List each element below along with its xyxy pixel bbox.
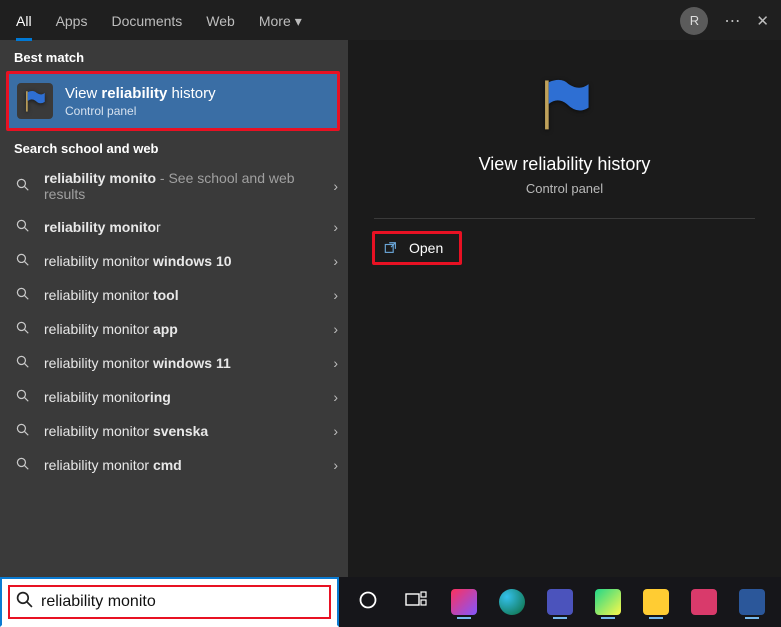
taskbar — [339, 577, 781, 627]
tab-documents[interactable]: Documents — [111, 1, 182, 41]
tab-more-label: More — [259, 13, 291, 29]
suggestion-label: reliability monitor svenska — [44, 423, 321, 439]
annotation-box-best-match: View reliability history Control panel — [6, 71, 340, 131]
divider — [374, 218, 755, 219]
section-best-match: Best match — [0, 40, 348, 71]
tab-apps[interactable]: Apps — [56, 1, 88, 41]
intellij-icon — [451, 589, 477, 615]
web-suggestions-list: reliability monito - See school and web … — [0, 162, 348, 490]
task-view-icon — [405, 591, 427, 614]
tab-all[interactable]: All — [16, 1, 32, 41]
results-panel: Best match View reliability history Cont… — [0, 40, 348, 577]
web-suggestion[interactable]: reliability monitor › — [0, 210, 348, 244]
chevron-right-icon[interactable]: › — [333, 287, 338, 303]
word-icon — [739, 589, 765, 615]
ellipsis-icon: ⋯ — [724, 13, 740, 30]
chevron-right-icon[interactable]: › — [333, 423, 338, 439]
chevron-right-icon[interactable]: › — [333, 178, 338, 194]
chevron-right-icon[interactable]: › — [333, 355, 338, 371]
taskbar-app-edge[interactable] — [491, 583, 533, 621]
web-suggestion[interactable]: reliability monitor windows 11 › — [0, 346, 348, 380]
teams-icon — [547, 589, 573, 615]
taskbar-taskview-button[interactable] — [395, 583, 437, 621]
search-icon — [14, 457, 32, 474]
search-icon — [14, 355, 32, 372]
chevron-right-icon[interactable]: › — [333, 321, 338, 337]
taskbar-app-pycharm[interactable] — [587, 583, 629, 621]
best-match-subtitle: Control panel — [65, 104, 216, 118]
detail-panel: View reliability history Control panel O… — [348, 40, 781, 577]
taskbar-app-explorer[interactable] — [635, 583, 677, 621]
suggestion-label: reliability monitor windows 11 — [44, 355, 321, 371]
open-label: Open — [409, 240, 443, 256]
taskbar-app-snip[interactable] — [683, 583, 725, 621]
chevron-right-icon[interactable]: › — [333, 253, 338, 269]
open-external-icon — [383, 240, 399, 256]
tab-more[interactable]: More▾ — [259, 1, 302, 41]
close-button[interactable]: ✕ — [756, 12, 769, 30]
web-suggestion[interactable]: reliability monitor tool › — [0, 278, 348, 312]
pycharm-icon — [595, 589, 621, 615]
annotation-box-search — [8, 585, 331, 619]
chevron-right-icon[interactable]: › — [333, 389, 338, 405]
suggestion-label: reliability monitor windows 10 — [44, 253, 321, 269]
suggestion-label: reliability monitor cmd — [44, 457, 321, 473]
snip-icon — [691, 589, 717, 615]
suggestion-label: reliability monitor tool — [44, 287, 321, 303]
chevron-right-icon[interactable]: › — [333, 457, 338, 473]
suggestion-label: reliability monitor app — [44, 321, 321, 337]
close-icon: ✕ — [756, 13, 769, 30]
detail-title: View reliability history — [479, 154, 651, 175]
best-match-result[interactable]: View reliability history Control panel — [9, 74, 337, 128]
search-icon — [16, 591, 33, 613]
edge-icon — [499, 589, 525, 615]
chevron-down-icon: ▾ — [295, 1, 302, 41]
tab-web[interactable]: Web — [206, 1, 235, 41]
web-suggestion[interactable]: reliability monitor app › — [0, 312, 348, 346]
web-suggestion[interactable]: reliability monito - See school and web … — [0, 162, 348, 210]
circle-icon — [358, 590, 378, 615]
search-icon — [14, 423, 32, 440]
suggestion-label: reliability monitor — [44, 219, 321, 235]
section-search-web: Search school and web — [0, 131, 348, 162]
search-icon — [14, 253, 32, 270]
search-icon — [14, 321, 32, 338]
more-options-button[interactable]: ⋯ — [724, 11, 740, 31]
search-icon — [14, 219, 32, 236]
search-input[interactable] — [41, 593, 323, 611]
flag-icon — [525, 74, 605, 134]
web-suggestion[interactable]: reliability monitor svenska › — [0, 414, 348, 448]
taskbar-app-word[interactable] — [731, 583, 773, 621]
search-icon — [14, 178, 32, 195]
web-suggestion[interactable]: reliability monitor cmd › — [0, 448, 348, 482]
search-icon — [14, 287, 32, 304]
search-filter-tabbar: All Apps Documents Web More▾ R ⋯ ✕ — [0, 0, 781, 40]
open-action[interactable]: Open — [375, 234, 459, 262]
suggestion-label: reliability monito - See school and web … — [44, 170, 321, 202]
folder-icon — [643, 589, 669, 615]
detail-subtitle: Control panel — [526, 181, 603, 196]
chevron-right-icon[interactable]: › — [333, 219, 338, 235]
search-icon — [14, 389, 32, 406]
taskbar-cortana-button[interactable] — [347, 583, 389, 621]
best-match-title: View reliability history — [65, 85, 216, 102]
account-avatar[interactable]: R — [680, 7, 708, 35]
suggestion-label: reliability monitoring — [44, 389, 321, 405]
web-suggestion[interactable]: reliability monitoring › — [0, 380, 348, 414]
web-suggestion[interactable]: reliability monitor windows 10 › — [0, 244, 348, 278]
taskbar-app-intellij[interactable] — [443, 583, 485, 621]
flag-icon — [17, 83, 53, 119]
search-box-container — [0, 577, 339, 627]
taskbar-app-teams[interactable] — [539, 583, 581, 621]
annotation-box-open: Open — [372, 231, 462, 265]
